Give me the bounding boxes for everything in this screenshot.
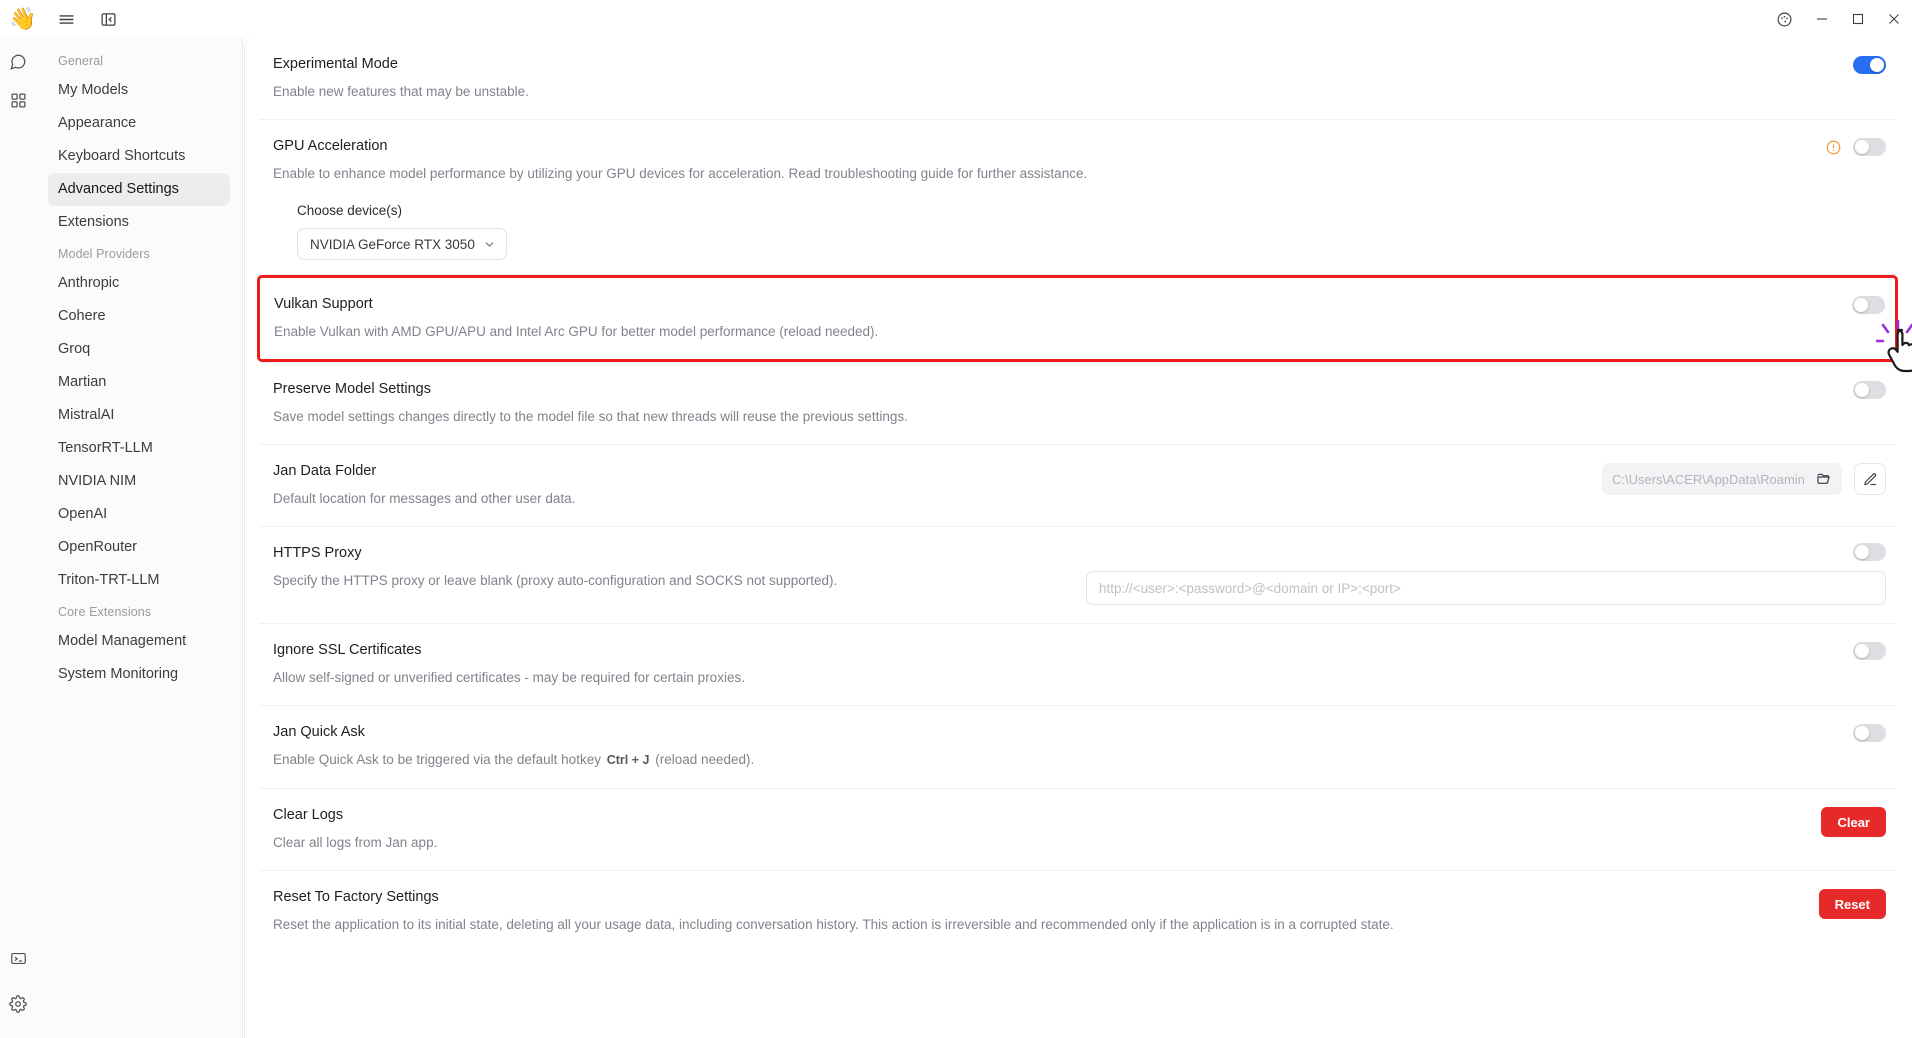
setting-row-experimental-mode: Experimental Mode Enable new features th…: [259, 38, 1896, 120]
sidebar-item-advanced-settings[interactable]: Advanced Settings: [48, 173, 230, 206]
experimental-mode-description: Enable new features that may be unstable…: [273, 84, 529, 99]
clear-logs-description: Clear all logs from Jan app.: [273, 835, 438, 850]
left-icon-rail: [0, 38, 36, 1038]
experimental-mode-title: Experimental Mode: [273, 56, 398, 72]
setting-row-jan-data-folder: Jan Data Folder Default location for mes…: [259, 445, 1896, 527]
setting-row-preserve-model-settings: Preserve Model Settings Save model setti…: [259, 362, 1896, 445]
preserve-model-settings-toggle[interactable]: [1853, 381, 1886, 399]
grid-apps-icon[interactable]: [4, 86, 32, 114]
gpu-device-select[interactable]: NVIDIA GeForce RTX 3050: [297, 228, 507, 260]
reset-factory-title: Reset To Factory Settings: [273, 889, 439, 905]
sidebar-item-keyboard-shortcuts[interactable]: Keyboard Shortcuts: [48, 140, 230, 173]
jan-quick-ask-description: Enable Quick Ask to be triggered via the…: [273, 750, 1833, 770]
sidebar-item-groq[interactable]: Groq: [48, 333, 230, 366]
https-proxy-toggle[interactable]: [1853, 543, 1886, 561]
setting-row-jan-quick-ask: Jan Quick Ask Enable Quick Ask to be tri…: [259, 706, 1896, 789]
close-button[interactable]: [1876, 0, 1912, 38]
reset-factory-description: Reset the application to its initial sta…: [273, 917, 1394, 932]
vulkan-support-title: Vulkan Support: [274, 296, 373, 312]
sidebar-group-core-extensions: Core Extensions: [58, 605, 152, 619]
terminal-icon[interactable]: [4, 944, 32, 972]
https-proxy-input[interactable]: [1086, 571, 1886, 605]
setting-row-reset-factory-settings: Reset To Factory Settings Reset the appl…: [259, 871, 1896, 952]
sidebar-item-model-management[interactable]: Model Management: [48, 625, 230, 658]
sidebar-item-mistralai[interactable]: MistralAI: [48, 399, 230, 432]
https-proxy-title: HTTPS Proxy: [273, 545, 362, 561]
setting-row-clear-logs: Clear Logs Clear all logs from Jan app. …: [259, 789, 1896, 871]
jan-data-folder-description: Default location for messages and other …: [273, 491, 576, 506]
jan-data-folder-title: Jan Data Folder: [273, 463, 377, 479]
jan-quick-ask-hotkey: Ctrl + J: [606, 753, 650, 767]
experimental-mode-toggle[interactable]: [1853, 56, 1886, 74]
window-title-bar: 👋: [0, 0, 1912, 38]
setting-row-ignore-ssl-certificates: Ignore SSL Certificates Allow self-signe…: [259, 624, 1896, 706]
window-controls: [1764, 0, 1912, 38]
vulkan-support-description: Enable Vulkan with AMD GPU/APU and Intel…: [274, 324, 879, 339]
https-proxy-description: Specify the HTTPS proxy or leave blank (…: [273, 573, 838, 588]
sidebar-item-openai[interactable]: OpenAI: [48, 498, 230, 531]
settings-sidebar: General My Models Appearance Keyboard Sh…: [36, 38, 243, 1038]
folder-open-icon[interactable]: [1816, 471, 1832, 487]
advanced-settings-panel: Experimental Mode Enable new features th…: [244, 38, 1912, 1038]
sidebar-item-my-models[interactable]: My Models: [48, 74, 230, 107]
setting-row-https-proxy: HTTPS Proxy Specify the HTTPS proxy or l…: [259, 527, 1896, 624]
reset-factory-button[interactable]: Reset: [1818, 889, 1886, 919]
sidebar-item-triton-trt-llm[interactable]: Triton-TRT-LLM: [48, 564, 230, 597]
toggle-left-panel-icon[interactable]: [96, 7, 120, 31]
color-palette-icon[interactable]: [1764, 0, 1804, 38]
sidebar-item-nvidia-nim[interactable]: NVIDIA NIM: [48, 465, 230, 498]
preserve-model-settings-description: Save model settings changes directly to …: [273, 409, 908, 424]
alert-circle-icon[interactable]: [1826, 140, 1841, 155]
ignore-ssl-description: Allow self-signed or unverified certific…: [273, 670, 745, 685]
vulkan-support-highlight-box: Vulkan Support Enable Vulkan with AMD GP…: [257, 275, 1898, 362]
sidebar-group-general: General: [58, 54, 104, 68]
sidebar-item-openrouter[interactable]: OpenRouter: [48, 531, 230, 564]
jan-quick-ask-toggle[interactable]: [1853, 724, 1886, 742]
sidebar-item-tensorrt-llm[interactable]: TensorRT-LLM: [48, 432, 230, 465]
sidebar-item-anthropic[interactable]: Anthropic: [48, 267, 230, 300]
minimize-button[interactable]: [1804, 0, 1840, 38]
sidebar-group-model-providers: Model Providers: [58, 247, 150, 261]
gpu-device-selector-block: Choose device(s) NVIDIA GeForce RTX 3050: [273, 201, 1886, 264]
gpu-acceleration-description: Enable to enhance model performance by u…: [273, 166, 1088, 181]
jan-quick-ask-title: Jan Quick Ask: [273, 724, 365, 740]
setting-row-vulkan-support: Vulkan Support Enable Vulkan with AMD GP…: [260, 278, 1895, 359]
hamburger-menu-icon[interactable]: [54, 7, 78, 31]
choose-device-label: Choose device(s): [297, 203, 403, 218]
sidebar-item-martian[interactable]: Martian: [48, 366, 230, 399]
gpu-acceleration-title: GPU Acceleration: [273, 138, 388, 154]
sidebar-item-appearance[interactable]: Appearance: [48, 107, 230, 140]
jan-data-folder-path-value: C:\Users\ACER\AppData\Roamin: [1612, 471, 1805, 487]
sidebar-item-system-monitoring[interactable]: System Monitoring: [48, 658, 230, 691]
jan-data-folder-path-field[interactable]: C:\Users\ACER\AppData\Roamin: [1602, 463, 1842, 495]
setting-row-gpu-acceleration: GPU Acceleration Enable to enhance model…: [259, 120, 1896, 275]
gear-settings-icon[interactable]: [4, 990, 32, 1018]
clear-logs-button[interactable]: Clear: [1821, 807, 1886, 837]
chevron-down-icon: [483, 238, 496, 251]
gpu-acceleration-toggle[interactable]: [1853, 138, 1886, 156]
chat-bubble-icon[interactable]: [4, 48, 32, 76]
sidebar-item-extensions[interactable]: Extensions: [48, 206, 230, 239]
maximize-button[interactable]: [1840, 0, 1876, 38]
waving-hand-logo: 👋: [9, 6, 37, 31]
pencil-edit-icon[interactable]: [1854, 463, 1886, 495]
sidebar-item-cohere[interactable]: Cohere: [48, 300, 230, 333]
gpu-device-selected-value: NVIDIA GeForce RTX 3050: [310, 236, 475, 252]
ignore-ssl-toggle[interactable]: [1853, 642, 1886, 660]
ignore-ssl-title: Ignore SSL Certificates: [273, 642, 422, 658]
jan-quick-ask-desc-after: (reload needed).: [655, 752, 755, 767]
vulkan-support-toggle[interactable]: [1852, 296, 1885, 314]
clear-logs-title: Clear Logs: [273, 807, 344, 823]
jan-quick-ask-desc-before: Enable Quick Ask to be triggered via the…: [273, 752, 601, 767]
preserve-model-settings-title: Preserve Model Settings: [273, 381, 431, 397]
